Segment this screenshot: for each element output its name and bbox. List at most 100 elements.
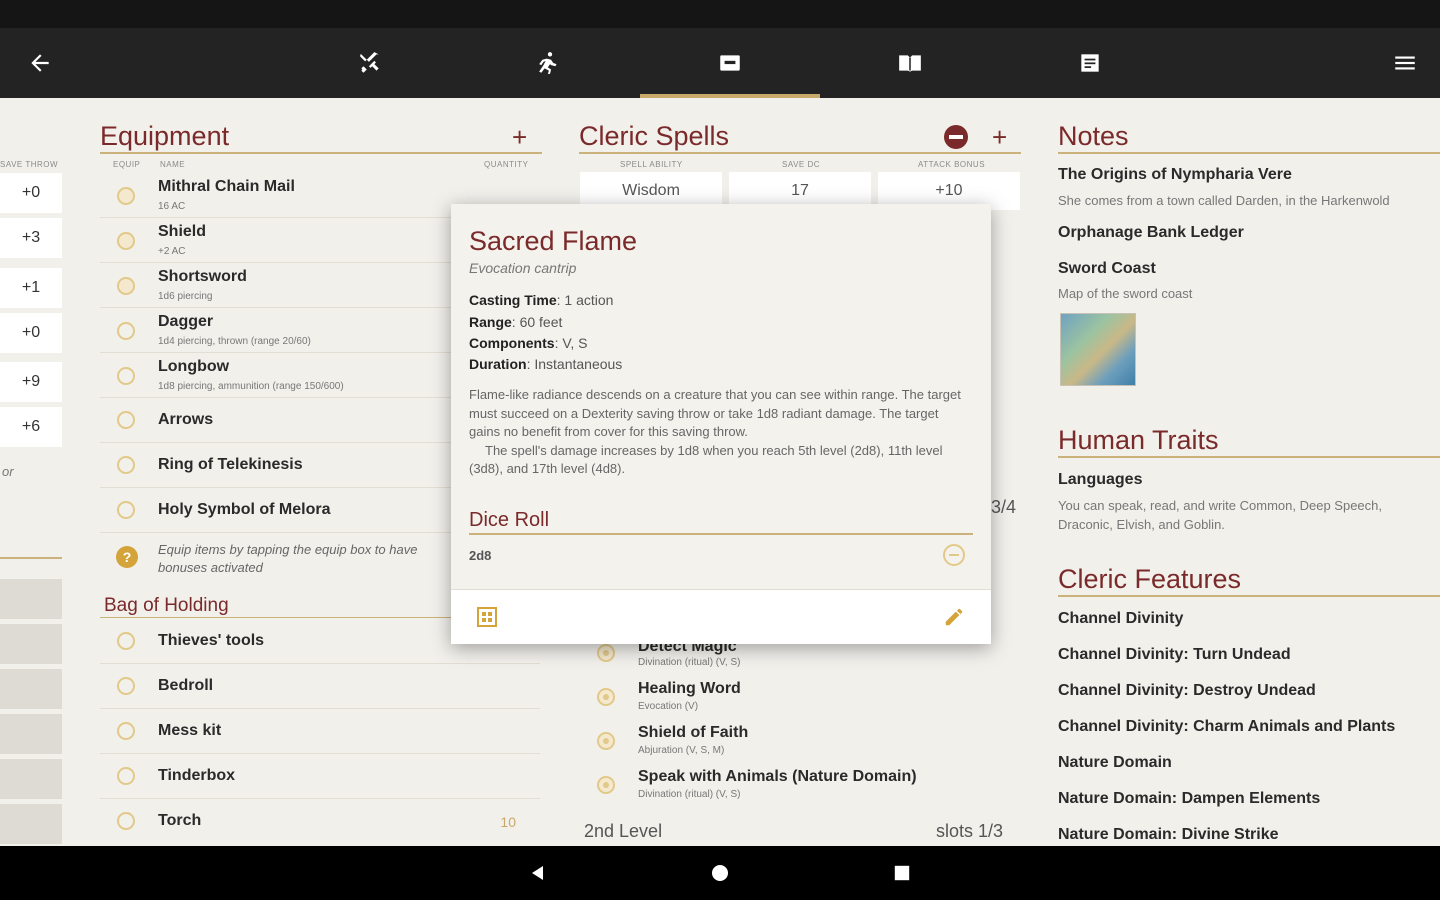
equipment-row[interactable]: Tinderbox bbox=[100, 754, 540, 799]
left-grey-box bbox=[0, 624, 62, 664]
equipment-title: Equipment bbox=[100, 121, 230, 151]
tab-spells[interactable] bbox=[850, 28, 970, 98]
item-quantity: 10 bbox=[500, 814, 516, 830]
nav-home-button[interactable] bbox=[690, 846, 750, 900]
equip-checkbox[interactable] bbox=[117, 411, 135, 429]
add-spell-button[interactable]: + bbox=[992, 122, 1007, 153]
equip-checkbox[interactable] bbox=[117, 322, 135, 340]
spell-row[interactable]: Healing Word Evocation (V) bbox=[580, 680, 1020, 725]
item-detail: 1d6 piercing bbox=[158, 291, 213, 302]
grid-icon bbox=[477, 607, 497, 627]
pencil-icon bbox=[945, 608, 963, 626]
spell-filter-button[interactable] bbox=[944, 125, 968, 149]
components-label: Components bbox=[469, 335, 555, 351]
prepared-toggle[interactable] bbox=[597, 688, 615, 706]
components-value: : V, S bbox=[554, 335, 588, 351]
dice-roll-divider bbox=[469, 533, 973, 535]
roll-dice-button[interactable] bbox=[943, 544, 965, 566]
prepared-toggle[interactable] bbox=[597, 732, 615, 750]
popup-footer bbox=[451, 589, 991, 644]
languages-label[interactable]: Languages bbox=[1058, 471, 1142, 489]
spell-detail: Abjuration (V, S, M) bbox=[638, 745, 725, 756]
nav-home-icon bbox=[712, 865, 728, 881]
edit-spell-button[interactable] bbox=[943, 606, 965, 628]
grid-button[interactable] bbox=[477, 607, 497, 627]
spell-row[interactable]: Shield of Faith Abjuration (V, S, M) bbox=[580, 724, 1020, 769]
save-throw-value[interactable]: +9 bbox=[0, 362, 62, 402]
name-col-header: NAME bbox=[160, 160, 186, 169]
save-throw-value[interactable]: +1 bbox=[0, 268, 62, 308]
item-detail: 1d8 piercing, ammunition (range 150/600) bbox=[158, 381, 344, 392]
traits-divider bbox=[1058, 456, 1440, 458]
equip-checkbox[interactable] bbox=[117, 632, 135, 650]
crossed-swords-icon bbox=[360, 52, 379, 73]
sword-coast-map-thumbnail[interactable] bbox=[1060, 313, 1136, 386]
feature-item[interactable]: Nature Domain: Divine Strike bbox=[1058, 826, 1279, 844]
description-paragraph: The spell's damage increases by 1d8 when… bbox=[469, 442, 943, 477]
save-throw-value[interactable]: +6 bbox=[0, 407, 62, 447]
spells-divider bbox=[579, 152, 1021, 154]
feature-item[interactable]: Nature Domain: Dampen Elements bbox=[1058, 790, 1320, 808]
equip-checkbox[interactable] bbox=[117, 232, 135, 250]
feature-item[interactable]: Channel Divinity bbox=[1058, 610, 1183, 628]
equip-checkbox[interactable] bbox=[117, 501, 135, 519]
active-tab-indicator bbox=[640, 94, 820, 98]
equipment-row[interactable]: Torch 10 bbox=[100, 799, 540, 844]
equipment-row[interactable]: Mess kit bbox=[100, 709, 540, 754]
prepared-toggle[interactable] bbox=[597, 644, 615, 662]
dice-roll-value: 2d8 bbox=[469, 548, 492, 563]
equipment-divider bbox=[100, 152, 542, 154]
item-name: Ring of Telekinesis bbox=[158, 456, 303, 473]
nav-back-button[interactable] bbox=[508, 846, 568, 900]
nav-recents-icon bbox=[894, 865, 910, 881]
dice-icon bbox=[949, 554, 959, 556]
back-button[interactable] bbox=[10, 28, 70, 98]
prepared-toggle[interactable] bbox=[597, 776, 615, 794]
note-item-title[interactable]: The Origins of Nympharia Vere bbox=[1058, 166, 1292, 184]
feature-item[interactable]: Channel Divinity: Destroy Undead bbox=[1058, 682, 1316, 700]
nav-recents-button[interactable] bbox=[872, 846, 932, 900]
notes-divider bbox=[1058, 152, 1440, 154]
note-item-title[interactable]: Orphanage Bank Ledger bbox=[1058, 224, 1244, 242]
save-dc-header: SAVE DC bbox=[782, 160, 821, 169]
equip-checkbox[interactable] bbox=[117, 767, 135, 785]
feature-item[interactable]: Nature Domain bbox=[1058, 754, 1172, 772]
tab-skills[interactable] bbox=[490, 28, 610, 98]
quantity-col-header: QUANTITY bbox=[484, 160, 529, 169]
tab-notes[interactable] bbox=[1030, 28, 1150, 98]
item-name: Arrows bbox=[158, 411, 214, 428]
feature-item[interactable]: Channel Divinity: Turn Undead bbox=[1058, 646, 1291, 664]
save-throw-value[interactable]: +0 bbox=[0, 173, 62, 213]
equip-checkbox[interactable] bbox=[117, 722, 135, 740]
save-throw-value[interactable]: +3 bbox=[0, 218, 62, 258]
item-name: Torch bbox=[158, 812, 202, 829]
popup-spell-title: Sacred Flame bbox=[469, 226, 638, 256]
menu-button[interactable] bbox=[1375, 28, 1435, 98]
equip-checkbox[interactable] bbox=[117, 677, 135, 695]
item-detail: 1d4 piercing, thrown (range 20/60) bbox=[158, 336, 311, 347]
tab-equipment[interactable] bbox=[670, 28, 790, 98]
save-throw-value[interactable]: +0 bbox=[0, 313, 62, 353]
equip-checkbox[interactable] bbox=[117, 812, 135, 830]
feature-item[interactable]: Channel Divinity: Charm Animals and Plan… bbox=[1058, 718, 1395, 736]
note-item-title[interactable]: Sword Coast bbox=[1058, 260, 1156, 278]
item-name: Bedroll bbox=[158, 677, 214, 694]
dice-roll-title: Dice Roll bbox=[469, 509, 550, 531]
spell-row[interactable]: Speak with Animals (Nature Domain) Divin… bbox=[580, 768, 1020, 813]
equip-checkbox[interactable] bbox=[117, 187, 135, 205]
spell-name: Speak with Animals (Nature Domain) bbox=[638, 768, 917, 785]
spell-slots-label[interactable]: slots 1/3 bbox=[936, 821, 1003, 842]
equipment-row[interactable]: Bedroll bbox=[100, 664, 540, 709]
equip-checkbox[interactable] bbox=[117, 277, 135, 295]
spell-ability-header: SPELL ABILITY bbox=[620, 160, 683, 169]
equip-col-header: EQUIP bbox=[113, 160, 141, 169]
equip-checkbox[interactable] bbox=[117, 456, 135, 474]
help-icon: ? bbox=[116, 546, 138, 568]
equip-checkbox[interactable] bbox=[117, 367, 135, 385]
tab-combat[interactable] bbox=[310, 28, 430, 98]
running-figure-icon bbox=[539, 52, 557, 74]
nav-back-icon bbox=[532, 866, 543, 880]
add-equipment-button[interactable]: + bbox=[512, 122, 527, 153]
save-throw-header: SAVE THROW bbox=[0, 160, 59, 169]
range-label: Range bbox=[469, 314, 512, 330]
